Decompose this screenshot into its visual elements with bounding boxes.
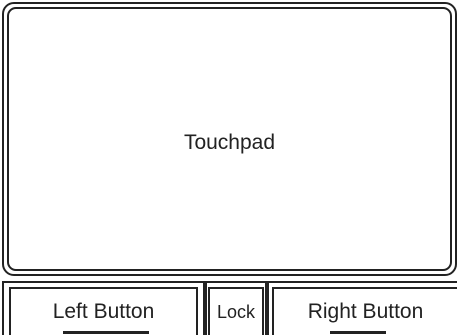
- right-button-label: Right Button: [307, 300, 424, 323]
- lock-button[interactable]: Lock: [208, 287, 264, 335]
- right-button-indicator: [330, 331, 386, 334]
- left-button[interactable]: Left Button: [9, 287, 198, 335]
- left-button-label: Left Button: [52, 300, 155, 323]
- touchpad-diagram: Touchpad Left Button Lock Right Button: [0, 0, 459, 335]
- touchpad-area[interactable]: Touchpad: [7, 7, 452, 271]
- touchpad-label: Touchpad: [183, 131, 276, 154]
- right-button[interactable]: Right Button: [272, 287, 457, 335]
- lock-button-label: Lock: [216, 301, 256, 322]
- left-button-indicator: [63, 331, 149, 334]
